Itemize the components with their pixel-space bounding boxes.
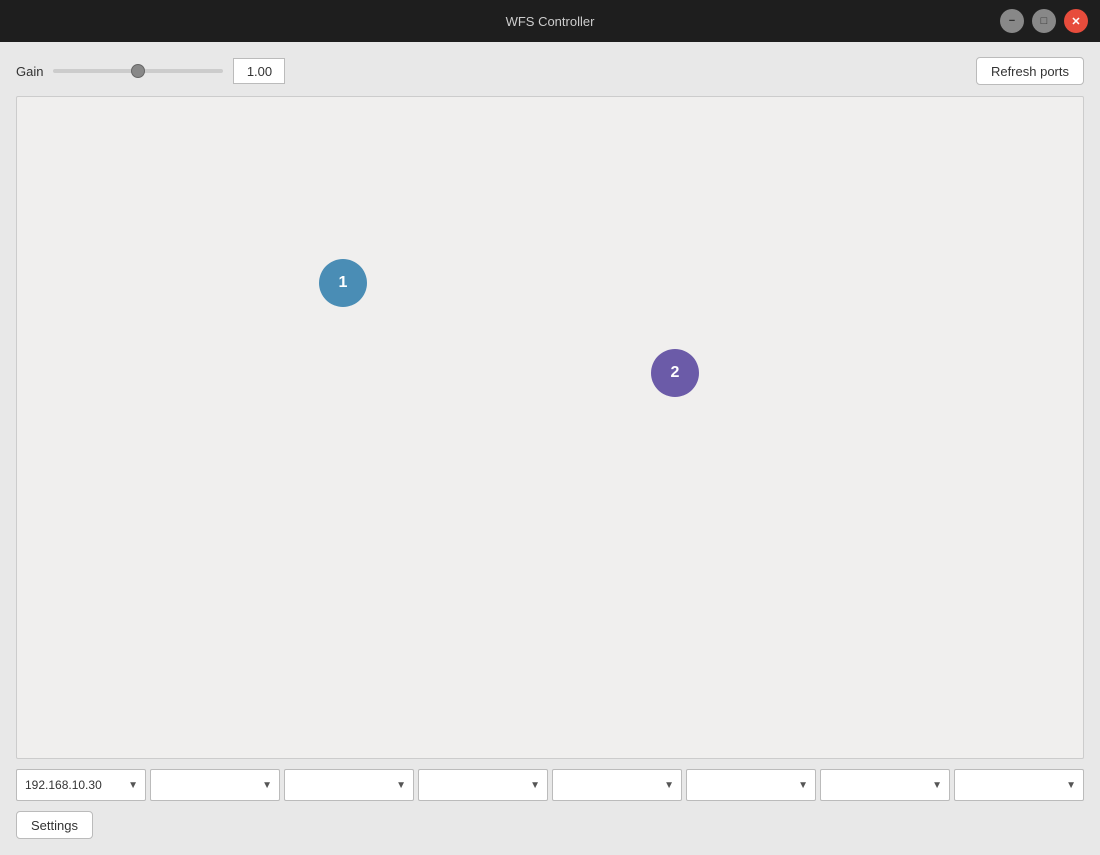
dropdown-wrapper-8: ▼ (954, 769, 1084, 801)
dropdown-1[interactable]: 192.168.10.30 (16, 769, 146, 801)
minimize-button[interactable]: − (1000, 9, 1024, 33)
dropdown-wrapper-3: ▼ (284, 769, 414, 801)
gain-value-display: 1.00 (233, 58, 285, 84)
dropdown-wrapper-7: ▼ (820, 769, 950, 801)
bottom-row: Settings (16, 811, 1084, 839)
node-1[interactable]: 1 (319, 259, 367, 307)
dropdown-wrapper-4: ▼ (418, 769, 548, 801)
canvas-area: 1 2 (16, 96, 1084, 759)
gain-slider-container (53, 61, 223, 81)
dropdown-wrapper-1: 192.168.10.30 ▼ (16, 769, 146, 801)
dropdown-wrapper-5: ▼ (552, 769, 682, 801)
node-2-label: 2 (671, 364, 680, 382)
dropdown-3[interactable] (284, 769, 414, 801)
dropdowns-row: 192.168.10.30 ▼ ▼ ▼ ▼ ▼ (16, 769, 1084, 801)
titlebar: WFS Controller − □ ✕ (0, 0, 1100, 42)
dropdown-2[interactable] (150, 769, 280, 801)
main-content: Gain 1.00 Refresh ports 1 2 192.168.10.3… (0, 42, 1100, 855)
node-2[interactable]: 2 (651, 349, 699, 397)
dropdown-wrapper-2: ▼ (150, 769, 280, 801)
dropdown-6[interactable] (686, 769, 816, 801)
dropdown-7[interactable] (820, 769, 950, 801)
window-controls: − □ ✕ (1000, 9, 1088, 33)
gain-slider[interactable] (53, 69, 223, 73)
toolbar: Gain 1.00 Refresh ports (16, 56, 1084, 86)
refresh-ports-button[interactable]: Refresh ports (976, 57, 1084, 85)
dropdown-wrapper-6: ▼ (686, 769, 816, 801)
gain-label: Gain (16, 64, 43, 79)
app-title: WFS Controller (506, 14, 595, 29)
dropdown-4[interactable] (418, 769, 548, 801)
dropdown-5[interactable] (552, 769, 682, 801)
node-1-label: 1 (339, 274, 348, 292)
gain-section: Gain 1.00 (16, 58, 285, 84)
settings-button[interactable]: Settings (16, 811, 93, 839)
dropdown-8[interactable] (954, 769, 1084, 801)
close-button[interactable]: ✕ (1064, 9, 1088, 33)
maximize-button[interactable]: □ (1032, 9, 1056, 33)
